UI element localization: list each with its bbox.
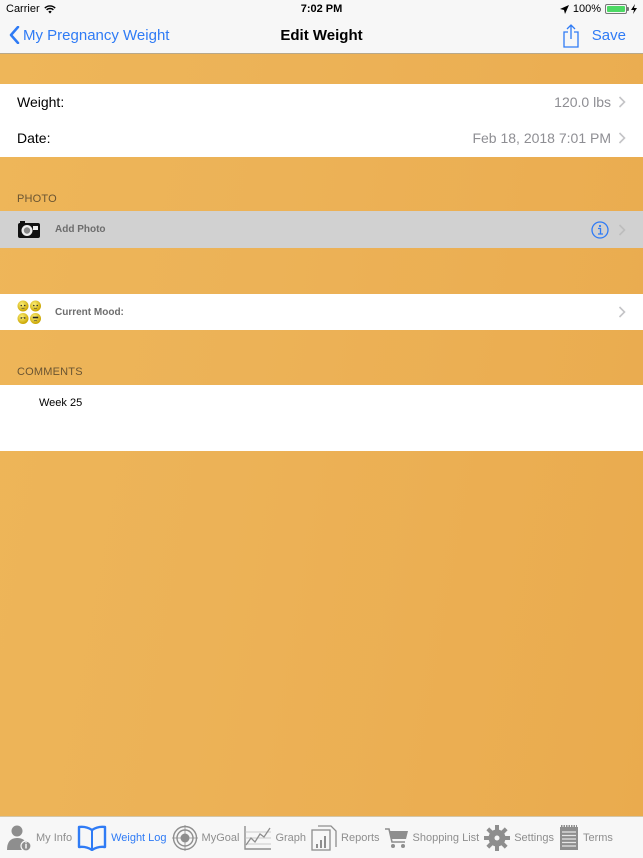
reports-icon [311,824,337,851]
add-photo-row-content: Add Photo [0,211,643,248]
share-icon [563,24,579,48]
camera-icon [18,221,40,238]
date-row[interactable]: Date: Feb 18, 2018 7:01 PM [0,120,643,156]
open-book-icon [77,825,107,851]
tab-bar: My Info Weight Log MyGoal Graph Reports … [0,816,643,858]
date-value: Feb 18, 2018 7:01 PM [472,130,611,146]
weight-value: 120.0 lbs [554,94,611,110]
add-photo-label: Add Photo [55,224,106,235]
navigation-bar: My Pregnancy Weight Edit Weight Save [0,18,643,54]
shopping-cart-icon [384,827,408,848]
details-group: Weight: 120.0 lbs Date: Feb 18, 2018 7:0… [0,84,643,157]
save-button[interactable]: Save [592,27,626,44]
photo-section-header: PHOTO [17,193,57,205]
status-bar: Carrier 7:02 PM 100% [0,0,643,18]
tab-graph[interactable]: Graph [244,825,307,850]
charging-bolt-icon [631,4,637,14]
current-mood-row-content: Current Mood: [0,294,643,330]
person-info-icon [7,825,32,852]
tab-label: Weight Log [111,831,167,844]
back-button[interactable]: My Pregnancy Weight [9,26,169,44]
tab-reports[interactable]: Reports [311,824,380,851]
battery-percent: 100% [572,3,601,15]
location-arrow-icon [559,4,569,14]
chevron-right-icon [618,132,626,144]
weight-row[interactable]: Weight: 120.0 lbs [0,84,643,120]
tab-label: Graph [275,831,307,844]
gear-icon [484,824,511,851]
battery-icon [605,4,629,14]
status-right: 100% [559,3,637,15]
status-time: 7:02 PM [300,3,343,15]
tab-settings[interactable]: Settings [484,824,554,851]
weight-label: Weight: [17,94,65,110]
line-graph-icon [244,825,272,850]
target-icon [171,824,198,851]
mood-faces-icon [17,300,41,324]
tab-terms[interactable]: Terms [559,824,613,851]
date-label: Date: [17,130,51,146]
tab-weight-log[interactable]: Weight Log [77,825,167,851]
tab-label: MyGoal [201,831,240,844]
tab-label: Settings [514,831,554,844]
share-button[interactable] [562,24,580,53]
add-photo-row[interactable]: Add Photo [0,211,643,248]
comments-section-header: COMMENTS [17,366,83,378]
current-mood-label: Current Mood: [55,306,124,318]
notepad-icon [559,824,578,850]
comments-field[interactable]: Week 25 [0,385,643,451]
current-mood-row[interactable]: Current Mood: [0,294,643,330]
chevron-left-icon [9,26,20,44]
comments-text: Week 25 [39,397,83,409]
tab-mygoal[interactable]: MyGoal [171,824,240,851]
tab-shopping-list[interactable]: Shopping List [384,827,480,849]
tab-label: Shopping List [412,831,480,844]
info-icon[interactable] [591,220,609,239]
tab-label: My Info [36,831,73,844]
tab-label: Terms [582,831,613,844]
back-button-label: My Pregnancy Weight [23,26,170,44]
tab-my-info[interactable]: My Info [5,824,72,852]
tab-label: Reports [341,831,380,844]
chevron-right-icon [618,306,626,318]
chevron-right-icon [618,223,626,236]
chevron-right-icon [618,96,626,108]
